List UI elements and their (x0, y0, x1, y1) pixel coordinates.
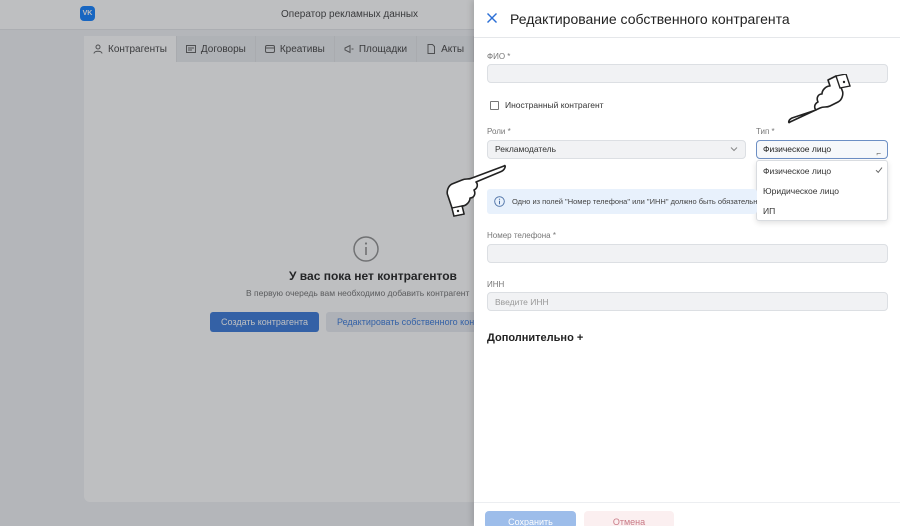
inn-input[interactable] (487, 292, 888, 311)
type-option-legal-entity[interactable]: Юридическое лицо (757, 181, 887, 201)
type-select[interactable]: Физическое лицо ⌐ (756, 140, 888, 159)
type-option-ip[interactable]: ИП (757, 201, 887, 221)
check-icon (875, 167, 883, 174)
pointing-hand-icon (446, 164, 506, 217)
phone-label: Номер телефона * (487, 231, 556, 240)
roles-select[interactable]: Рекламодатель (487, 140, 746, 159)
roles-value: Рекламодатель (495, 144, 557, 154)
modal-overlay[interactable] (0, 0, 474, 526)
roles-label: Роли * (487, 127, 511, 136)
foreign-contractor-label: Иностранный контрагент (505, 100, 604, 110)
option-label: Юридическое лицо (763, 186, 840, 196)
foreign-contractor-checkbox[interactable] (490, 101, 499, 110)
close-icon[interactable] (486, 12, 498, 24)
cancel-button[interactable]: Отмена (584, 511, 674, 526)
info-banner: Одно из полей "Номер телефона" или "ИНН"… (487, 189, 757, 214)
inn-label: ИНН (487, 280, 505, 289)
info-banner-text: Одно из полей "Номер телефона" или "ИНН"… (512, 197, 757, 206)
option-label: ИП (763, 206, 776, 216)
additional-toggle[interactable]: Дополнительно + (487, 332, 583, 344)
drawer-header: Редактирование собственного контрагента (474, 0, 900, 38)
phone-input[interactable] (487, 244, 888, 263)
chevron-down-icon (730, 147, 738, 152)
drawer-title: Редактирование собственного контрагента (510, 11, 790, 27)
pointing-hand-icon (787, 74, 851, 124)
type-dropdown: Физическое лицо Юридическое лицо ИП (756, 160, 888, 221)
type-option-individual[interactable]: Физическое лицо (757, 161, 887, 181)
save-button[interactable]: Сохранить (485, 511, 576, 526)
type-label: Тип * (756, 127, 775, 136)
option-label: Физическое лицо (763, 166, 832, 176)
drawer-footer: Сохранить Отмена (474, 502, 900, 526)
fio-label: ФИО * (487, 52, 511, 61)
type-value: Физическое лицо (763, 144, 832, 154)
